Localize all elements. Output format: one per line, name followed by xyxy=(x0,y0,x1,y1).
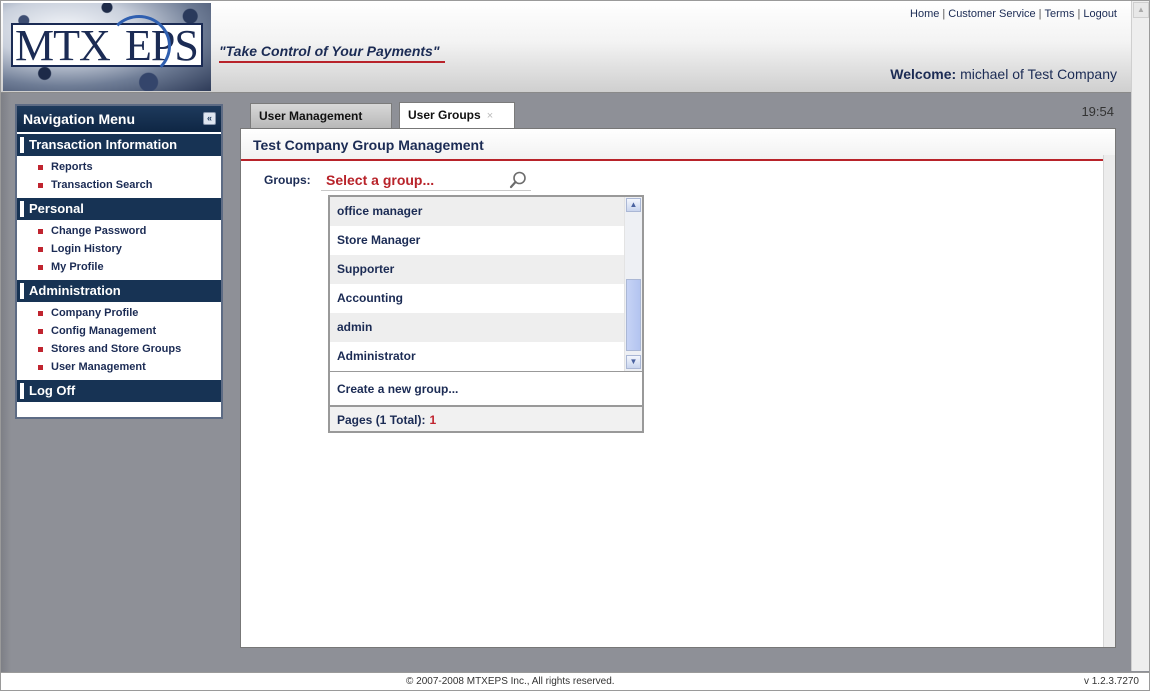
home-link[interactable]: Home xyxy=(910,8,939,20)
nav-list: Change Password Login History My Profile xyxy=(17,220,221,278)
welcome-user: michael of Test Company xyxy=(960,66,1117,82)
close-tab-icon[interactable]: × xyxy=(487,110,493,122)
page-scrollbar[interactable]: ▲ xyxy=(1131,1,1149,671)
terms-link[interactable]: Terms xyxy=(1045,8,1075,20)
page-link-1[interactable]: 1 xyxy=(429,413,436,427)
pages-label: Pages (1 Total): xyxy=(337,413,426,427)
group-item-accounting[interactable]: Accounting xyxy=(330,284,626,313)
logo-swirl-icon xyxy=(107,15,171,77)
copyright-text: © 2007-2008 MTXEPS Inc., All rights rese… xyxy=(406,676,615,687)
pagination: Pages (1 Total): 1 xyxy=(330,405,642,431)
nav-item-login-history[interactable]: Login History xyxy=(35,240,221,258)
clock: 19:54 xyxy=(1081,104,1114,119)
link-separator: | xyxy=(942,8,946,20)
group-select-input[interactable]: Select a group... xyxy=(321,169,531,191)
link-separator: | xyxy=(1077,8,1081,20)
nav-item-reports[interactable]: Reports xyxy=(35,158,221,176)
create-group-button[interactable]: Create a new group... xyxy=(330,371,642,405)
content-panel: Test Company Group Management Groups: Se… xyxy=(240,128,1116,648)
group-list: office manager Store Manager Supporter A… xyxy=(330,197,626,371)
nav-section-personal[interactable]: Personal xyxy=(17,198,221,220)
nav-section-log-off[interactable]: Log Off xyxy=(17,380,221,402)
scrollbar-thumb[interactable] xyxy=(626,279,641,351)
group-item-admin[interactable]: admin xyxy=(330,313,626,342)
nav-item-user-management[interactable]: User Management xyxy=(35,358,221,376)
chevron-up-icon[interactable]: ▲ xyxy=(626,198,641,212)
groups-label: Groups: xyxy=(264,173,311,187)
nav-item-my-profile[interactable]: My Profile xyxy=(35,258,221,276)
logout-link[interactable]: Logout xyxy=(1083,8,1117,20)
header: MTX EPS "Take Control of Your Payments" … xyxy=(1,1,1131,93)
group-item-office-manager[interactable]: office manager xyxy=(330,197,626,226)
nav-item-transaction-search[interactable]: Transaction Search xyxy=(35,176,221,194)
scroll-up-icon[interactable]: ▲ xyxy=(1133,2,1149,18)
nav-list: Reports Transaction Search xyxy=(17,156,221,196)
top-links: Home | Customer Service | Terms | Logout xyxy=(910,8,1117,20)
nav-section-transaction-information[interactable]: Transaction Information xyxy=(17,134,221,156)
navigation-menu: Navigation Menu « Transaction Informatio… xyxy=(15,104,223,419)
link-separator: | xyxy=(1038,8,1042,20)
welcome-message: Welcome: michael of Test Company xyxy=(890,66,1117,82)
tab-user-groups[interactable]: User Groups × xyxy=(399,102,515,130)
nav-item-change-password[interactable]: Change Password xyxy=(35,222,221,240)
nav-item-company-profile[interactable]: Company Profile xyxy=(35,304,221,322)
mtxeps-logo[interactable]: MTX EPS xyxy=(3,3,211,91)
nav-title-label: Navigation Menu xyxy=(23,111,136,127)
chevron-down-icon[interactable]: ▼ xyxy=(626,355,641,369)
group-list-scrollbar[interactable]: ▲ ▼ xyxy=(624,197,642,371)
nav-item-stores-and-store-groups[interactable]: Stores and Store Groups xyxy=(35,340,221,358)
tagline: "Take Control of Your Payments" xyxy=(219,43,446,63)
nav-item-config-management[interactable]: Config Management xyxy=(35,322,221,340)
search-icon[interactable] xyxy=(509,171,527,189)
page-title: Test Company Group Management xyxy=(241,129,1115,161)
group-item-administrator[interactable]: Administrator xyxy=(330,342,626,371)
customer-service-link[interactable]: Customer Service xyxy=(948,8,1035,20)
group-item-supporter[interactable]: Supporter xyxy=(330,255,626,284)
panel-scrollbar[interactable] xyxy=(1103,155,1115,647)
group-item-store-manager[interactable]: Store Manager xyxy=(330,226,626,255)
nav-title: Navigation Menu « xyxy=(17,106,221,132)
version-text: v 1.2.3.7270 xyxy=(1083,676,1139,687)
nav-list: Company Profile Config Management Stores… xyxy=(17,302,221,378)
nav-section-administration[interactable]: Administration xyxy=(17,280,221,302)
logo-text-mtx: MTX xyxy=(15,21,111,70)
welcome-label: Welcome: xyxy=(890,66,957,82)
group-dropdown: office manager Store Manager Supporter A… xyxy=(328,195,644,433)
tab-user-management[interactable]: User Management xyxy=(250,103,392,129)
collapse-icon[interactable]: « xyxy=(203,112,216,125)
footer: © 2007-2008 MTXEPS Inc., All rights rese… xyxy=(1,672,1149,690)
tab-user-groups-label: User Groups xyxy=(408,108,481,122)
